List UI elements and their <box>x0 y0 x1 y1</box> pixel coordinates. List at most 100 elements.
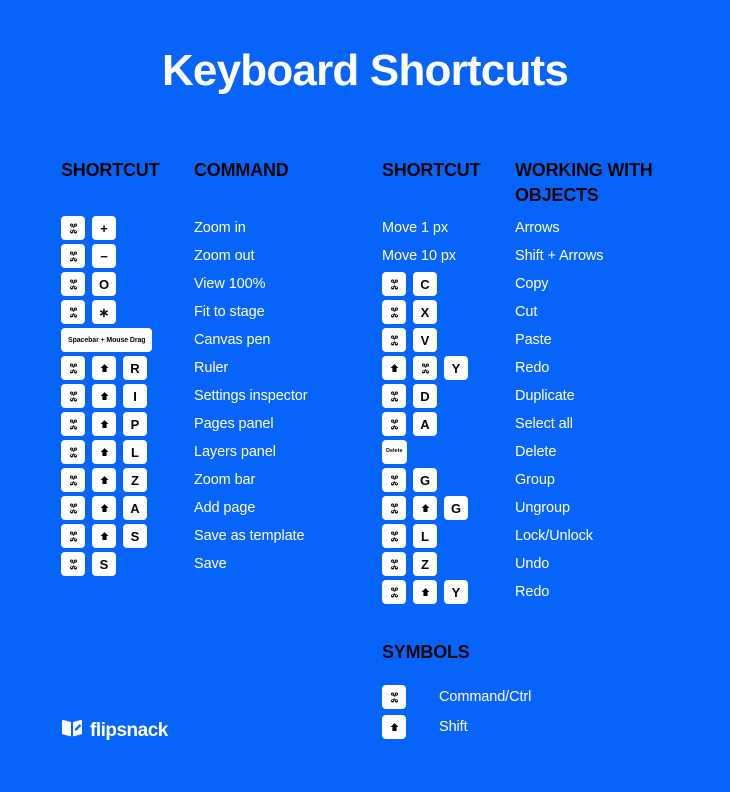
shortcut-label: Select all <box>515 415 573 432</box>
key-combo: V <box>382 328 515 352</box>
shortcut-row: V Paste <box>382 326 725 354</box>
symbol-legend-list: Command/Ctrl Shift <box>382 682 531 742</box>
key-i[interactable]: I <box>123 384 147 408</box>
command-icon[interactable] <box>61 524 85 548</box>
command-icon[interactable] <box>382 468 406 492</box>
command-icon[interactable] <box>413 356 437 380</box>
shortcut-label: Pages panel <box>194 415 274 432</box>
minus-icon[interactable]: − <box>92 244 116 268</box>
key-combo: Spacebar + Mouse Drag <box>61 328 194 352</box>
shortcut-row: L Layers panel <box>61 438 404 466</box>
key-x[interactable]: X <box>413 300 437 324</box>
brand-logo: flipsnack <box>61 719 168 742</box>
command-icon[interactable] <box>382 272 406 296</box>
shortcut-label: Ungroup <box>515 499 570 516</box>
command-icon[interactable] <box>382 412 406 436</box>
shortcut-row: G Ungroup <box>382 494 725 522</box>
key-y[interactable]: Y <box>444 356 468 380</box>
shortcut-row: P Pages panel <box>61 410 404 438</box>
key-combo: Y <box>382 580 515 604</box>
key-p[interactable]: P <box>123 412 147 436</box>
command-icon[interactable] <box>61 496 85 520</box>
command-icon[interactable] <box>61 300 85 324</box>
shortcut-row: R Ruler <box>61 354 404 382</box>
command-icon[interactable] <box>61 356 85 380</box>
key-combo: ∗ <box>61 300 194 324</box>
key-g[interactable]: G <box>413 468 437 492</box>
command-icon[interactable] <box>382 328 406 352</box>
key-a[interactable]: A <box>413 412 437 436</box>
shortcut-label: Zoom in <box>194 219 246 236</box>
shift-icon[interactable] <box>92 356 116 380</box>
shift-icon[interactable] <box>413 496 437 520</box>
shortcut-label: Fit to stage <box>194 303 265 320</box>
key-combo: C <box>382 272 515 296</box>
command-icon[interactable] <box>382 300 406 324</box>
shortcut-label: Shift <box>439 718 468 735</box>
key-l[interactable]: L <box>123 440 147 464</box>
shift-icon[interactable] <box>92 524 116 548</box>
shortcut-label: Group <box>515 471 555 488</box>
shift-icon[interactable] <box>92 412 116 436</box>
key-combo <box>382 715 439 739</box>
asterisk-icon[interactable]: ∗ <box>92 300 116 324</box>
shift-icon[interactable] <box>92 440 116 464</box>
command-icon[interactable] <box>61 244 85 268</box>
shortcut-row: Move 1 px Arrows <box>382 214 725 242</box>
key-c[interactable]: C <box>413 272 437 296</box>
shortcut-label: Layers panel <box>194 443 276 460</box>
shortcut-label: Undo <box>515 555 550 572</box>
shortcut-row: I Settings inspector <box>61 382 404 410</box>
shift-icon[interactable] <box>413 580 437 604</box>
command-icon[interactable] <box>382 384 406 408</box>
key-spacebar-mouse-drag[interactable]: Spacebar + Mouse Drag <box>61 328 153 352</box>
shortcut-row: G Group <box>382 466 725 494</box>
key-combo: G <box>382 468 515 492</box>
key-a[interactable]: A <box>123 496 147 520</box>
shortcut-row: + Zoom in <box>61 214 404 242</box>
plus-icon[interactable]: + <box>92 216 116 240</box>
command-icon[interactable] <box>382 524 406 548</box>
shortcut-row: A Add page <box>61 494 404 522</box>
key-s[interactable]: S <box>92 552 116 576</box>
key-combo: S <box>61 552 194 576</box>
shortcut-row: Y Redo <box>382 354 725 382</box>
command-icon[interactable] <box>61 552 85 576</box>
key-y[interactable]: Y <box>444 580 468 604</box>
shortcut-label: Shift + Arrows <box>515 247 604 264</box>
key-o[interactable]: O <box>92 272 116 296</box>
column-header-shortcut-left: SHORTCUT <box>61 160 160 180</box>
command-icon[interactable] <box>61 412 85 436</box>
command-icon[interactable] <box>61 468 85 492</box>
key-g[interactable]: G <box>444 496 468 520</box>
command-icon[interactable] <box>61 440 85 464</box>
shortcut-list-left: + Zoom in − Zoom out O View 100% ∗ Fit to stage… <box>61 214 404 578</box>
page-title: Keyboard Shortcuts <box>161 46 569 95</box>
key-z[interactable]: Z <box>123 468 147 492</box>
shortcut-row: L Lock/Unlock <box>382 522 725 550</box>
command-icon[interactable] <box>61 384 85 408</box>
key-delete[interactable]: Delete <box>382 440 407 464</box>
command-icon[interactable] <box>61 216 85 240</box>
shift-icon[interactable] <box>92 496 116 520</box>
shortcut-label: Duplicate <box>515 387 575 404</box>
shift-icon[interactable] <box>382 715 406 739</box>
key-r[interactable]: R <box>123 356 147 380</box>
key-v[interactable]: V <box>413 328 437 352</box>
shortcut-label: Zoom bar <box>194 471 256 488</box>
shortcut-row: Spacebar + Mouse Drag Canvas pen <box>61 326 404 354</box>
command-icon[interactable] <box>61 272 85 296</box>
command-icon[interactable] <box>382 580 406 604</box>
command-icon[interactable] <box>382 496 406 520</box>
key-combo: + <box>61 216 194 240</box>
key-d[interactable]: D <box>413 384 437 408</box>
key-s[interactable]: S <box>123 524 147 548</box>
shift-icon[interactable] <box>92 384 116 408</box>
shift-icon[interactable] <box>92 468 116 492</box>
command-icon[interactable] <box>382 552 406 576</box>
key-z[interactable]: Z <box>413 552 437 576</box>
command-icon[interactable] <box>382 685 406 709</box>
key-l[interactable]: L <box>413 524 437 548</box>
shortcut-row: Command/Ctrl <box>382 682 531 712</box>
shift-icon[interactable] <box>382 356 406 380</box>
